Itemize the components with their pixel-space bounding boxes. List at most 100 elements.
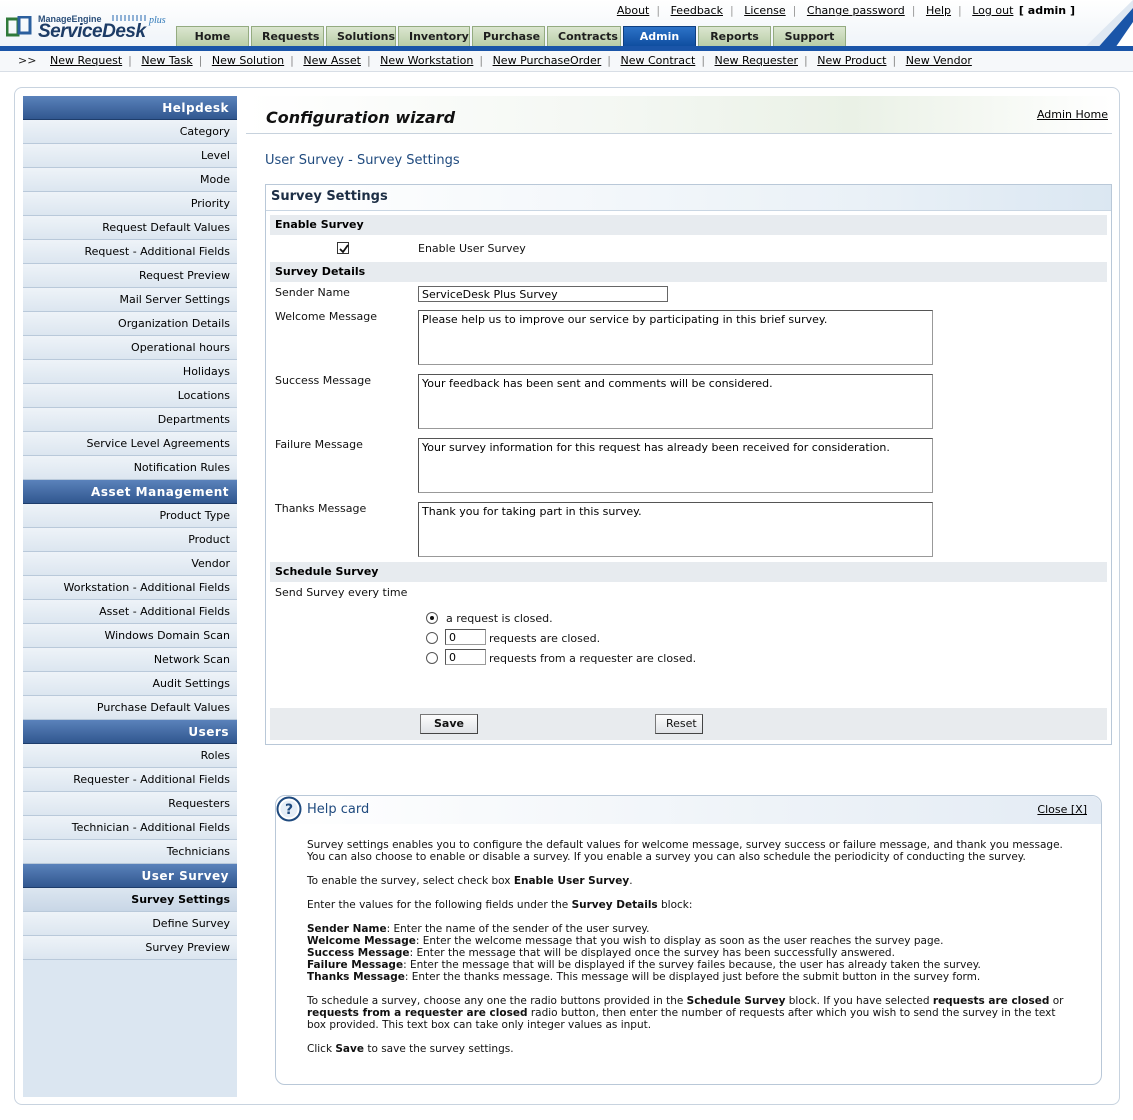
sidebar-heading-user-survey: User Survey [23, 864, 237, 888]
help-save: Click Save to save the survey settings. [307, 1043, 514, 1055]
sidebar-item-notification-rules[interactable]: Notification Rules [23, 456, 237, 480]
enable-survey-label: Enable User Survey [418, 242, 526, 255]
change-password-link[interactable]: Change password [800, 4, 912, 17]
new-contract-link[interactable]: New Contract [615, 54, 702, 67]
top-links: About | Feedback | License | Change passwor… [610, 4, 1075, 17]
tab-home[interactable]: Home [176, 26, 249, 46]
sidebar-item-survey-preview[interactable]: Survey Preview [23, 936, 237, 960]
reset-button[interactable]: Reset [655, 714, 703, 734]
thanks-message-textarea[interactable]: Thank you for taking part in this survey… [418, 502, 933, 557]
tab-contracts[interactable]: Contracts [547, 26, 621, 46]
sidebar-item-technician-additional-fields[interactable]: Technician - Additional Fields [23, 816, 237, 840]
logout-link[interactable]: Log out [965, 4, 1015, 17]
sidebar-item-request-additional-fields[interactable]: Request - Additional Fields [23, 240, 237, 264]
enable-survey-checkbox[interactable] [337, 242, 349, 254]
tab-inventory[interactable]: Inventory [398, 26, 470, 46]
sidebar-item-mode[interactable]: Mode [23, 168, 237, 192]
success-message-textarea[interactable]: Your feedback has been sent and comments… [418, 374, 933, 429]
sidebar-item-roles[interactable]: Roles [23, 744, 237, 768]
quick-actions-bar: >> New Request | New Task | New Solution | … [0, 51, 1133, 72]
requests-closed-count-input[interactable]: 0 [445, 629, 486, 645]
tab-purchase[interactable]: Purchase [472, 26, 545, 46]
feedback-link[interactable]: Feedback [664, 4, 730, 17]
admin-home-link[interactable]: Admin Home [1037, 108, 1108, 121]
sidebar-heading-helpdesk: Helpdesk [23, 96, 237, 120]
welcome-message-label: Welcome Message [275, 310, 378, 323]
radio-request-closed[interactable] [426, 612, 438, 624]
tab-requests[interactable]: Requests [251, 26, 324, 46]
help-enable: To enable the survey, select check box E… [307, 875, 633, 887]
new-asset-link[interactable]: New Asset [297, 54, 367, 67]
help-schedule: To schedule a survey, choose any one the… [307, 995, 1064, 1031]
sidebar-item-requester-additional-fields[interactable]: Requester - Additional Fields [23, 768, 237, 792]
help-card: ? Help card Close [X] Survey settings en… [275, 795, 1102, 1085]
svg-text:?: ? [285, 802, 293, 818]
radio-requester-requests-closed[interactable] [426, 652, 438, 664]
sidebar-item-departments[interactable]: Departments [23, 408, 237, 432]
sidebar-item-service-level-agreements[interactable]: Service Level Agreements [23, 432, 237, 456]
sidebar-item-survey-settings[interactable]: Survey Settings [23, 888, 237, 912]
sidebar-item-network-scan[interactable]: Network Scan [23, 648, 237, 672]
sidebar-item-holidays[interactable]: Holidays [23, 360, 237, 384]
new-vendor-link[interactable]: New Vendor [900, 54, 978, 67]
new-task-link[interactable]: New Task [135, 54, 198, 67]
sidebar-item-category[interactable]: Category [23, 120, 237, 144]
tab-support[interactable]: Support [773, 26, 846, 46]
new-request-link[interactable]: New Request [44, 54, 128, 67]
help-link[interactable]: Help [919, 4, 958, 17]
about-link[interactable]: About [610, 4, 657, 17]
tab-reports[interactable]: Reports [698, 26, 771, 46]
sidebar-heading-asset-management: Asset Management [23, 480, 237, 504]
sender-name-input[interactable]: ServiceDesk Plus Survey [418, 286, 668, 302]
sidebar-item-operational-hours[interactable]: Operational hours [23, 336, 237, 360]
main-tabs: Home Requests Solutions Inventory Purcha… [176, 26, 848, 46]
failure-message-textarea[interactable]: Your survey information for this request… [418, 438, 933, 493]
wizard-header: Configuration wizard Admin Home [246, 96, 1112, 134]
sidebar-item-product[interactable]: Product [23, 528, 237, 552]
sidebar-item-mail-server-settings[interactable]: Mail Server Settings [23, 288, 237, 312]
sidebar-item-requesters[interactable]: Requesters [23, 792, 237, 816]
form-button-bar: Save Reset [270, 708, 1107, 740]
sidebar-item-vendor[interactable]: Vendor [23, 552, 237, 576]
logo-product: ServiceDesk [38, 21, 146, 42]
tab-solutions[interactable]: Solutions [326, 26, 396, 46]
new-requester-link[interactable]: New Requester [709, 54, 804, 67]
servicedesk-logo[interactable]: ManageEngine ServiceDesk plus [6, 12, 176, 42]
help-close-link[interactable]: Close [X] [1037, 803, 1087, 816]
quick-arrows: >> [18, 54, 37, 67]
sidebar-item-audit-settings[interactable]: Audit Settings [23, 672, 237, 696]
send-survey-label: Send Survey every time [275, 586, 408, 599]
sidebar-item-product-type[interactable]: Product Type [23, 504, 237, 528]
welcome-message-textarea[interactable]: Please help us to improve our service by… [418, 310, 933, 365]
save-button[interactable]: Save [420, 714, 478, 734]
new-workstation-link[interactable]: New Workstation [374, 54, 479, 67]
radio-selected-dot [430, 616, 434, 620]
help-card-title: Help card [307, 802, 370, 817]
new-purchaseorder-link[interactable]: New PurchaseOrder [487, 54, 608, 67]
admin-sidebar: Helpdesk Category Level Mode Priority Re… [23, 96, 237, 1097]
sidebar-item-windows-domain-scan[interactable]: Windows Domain Scan [23, 624, 237, 648]
sidebar-item-organization-details[interactable]: Organization Details [23, 312, 237, 336]
requester-requests-count-input[interactable]: 0 [445, 649, 486, 665]
sidebar-item-request-default-values[interactable]: Request Default Values [23, 216, 237, 240]
new-solution-link[interactable]: New Solution [206, 54, 290, 67]
sidebar-item-asset-additional-fields[interactable]: Asset - Additional Fields [23, 600, 237, 624]
sidebar-item-technicians[interactable]: Technicians [23, 840, 237, 864]
sidebar-item-purchase-default-values[interactable]: Purchase Default Values [23, 696, 237, 720]
app-header: ManageEngine ServiceDesk plus About | Fee… [0, 0, 1133, 51]
new-product-link[interactable]: New Product [811, 54, 892, 67]
survey-details-section: Survey Details [270, 262, 1107, 282]
sidebar-item-workstation-additional-fields[interactable]: Workstation - Additional Fields [23, 576, 237, 600]
current-user: [ admin ] [1018, 4, 1075, 17]
license-link[interactable]: License [737, 4, 792, 17]
sidebar-item-locations[interactable]: Locations [23, 384, 237, 408]
sidebar-item-define-survey[interactable]: Define Survey [23, 912, 237, 936]
enable-survey-section: Enable Survey [270, 215, 1107, 235]
radio-requests-closed[interactable] [426, 632, 438, 644]
sidebar-item-priority[interactable]: Priority [23, 192, 237, 216]
help-card-header: ? Help card Close [X] [276, 796, 1101, 824]
sender-name-label: Sender Name [275, 286, 350, 299]
sidebar-item-request-preview[interactable]: Request Preview [23, 264, 237, 288]
sidebar-item-level[interactable]: Level [23, 144, 237, 168]
tab-admin[interactable]: Admin [623, 26, 696, 46]
